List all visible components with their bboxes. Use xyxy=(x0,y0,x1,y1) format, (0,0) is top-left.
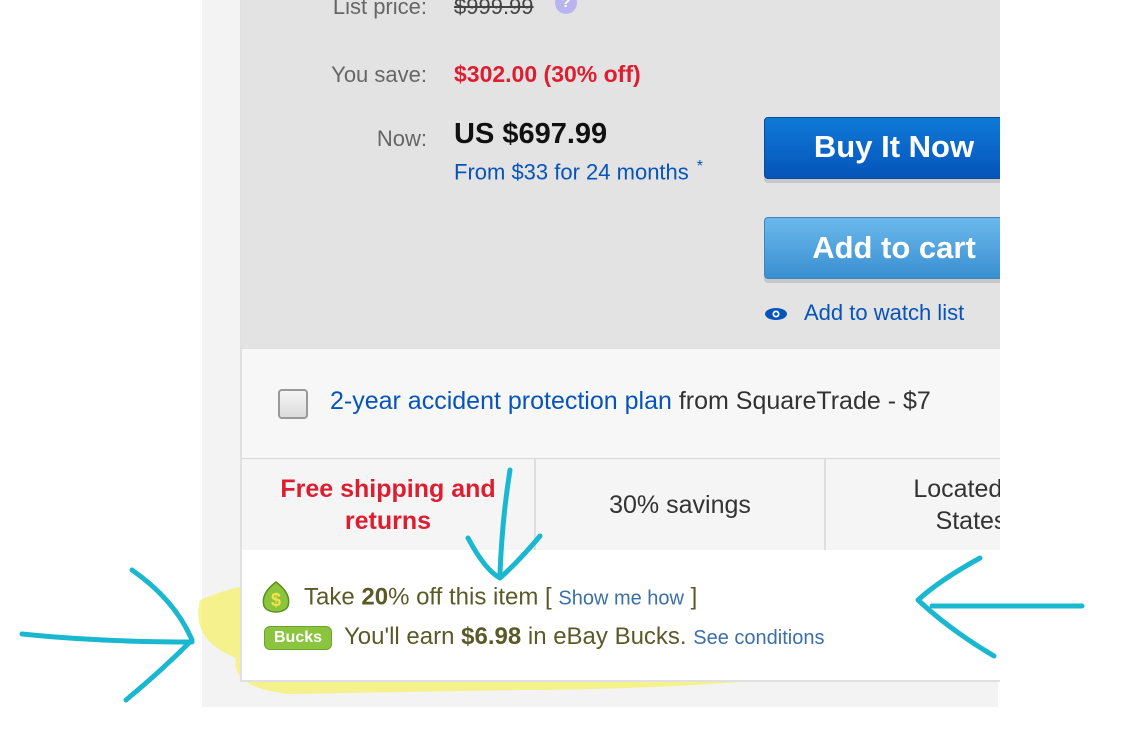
coupon-promo: $ Take 20% off this item [ Show me how ] xyxy=(258,580,697,616)
see-conditions-link[interactable]: See conditions xyxy=(693,627,824,649)
now-label: Now: xyxy=(376,126,427,151)
free-shipping-line2: returns xyxy=(344,507,432,535)
you-save-label: You save: xyxy=(331,62,427,87)
take-close: ] xyxy=(684,583,698,611)
earn-prefix: You'll earn xyxy=(344,623,462,650)
list-price-label: List price: xyxy=(332,0,427,19)
buy-it-now-button[interactable]: Buy It Now xyxy=(764,117,1000,179)
financing-link[interactable]: From $33 for 24 months * xyxy=(454,158,703,185)
protection-plan-checkbox[interactable] xyxy=(278,389,308,419)
savings-feature: 30% savings xyxy=(536,459,826,551)
add-to-watch-list-link[interactable]: Add to watch list xyxy=(764,300,964,326)
earn-suffix: in eBay Bucks. xyxy=(521,623,694,650)
location-feature: Located in States xyxy=(826,459,1000,551)
watch-list-label[interactable]: Add to watch list xyxy=(804,300,964,325)
svg-text:$: $ xyxy=(271,590,281,610)
protection-plan-link[interactable]: 2-year accident protection plan xyxy=(330,387,672,415)
location-line2: States xyxy=(935,507,1000,535)
price-panel: List price: $999.99 ? You save: $302.00 … xyxy=(242,0,1000,348)
ebay-bucks-promo: Bucks You'll earn $6.98 in eBay Bucks. Se… xyxy=(264,623,824,651)
financing-text[interactable]: From $33 for 24 months xyxy=(454,159,689,184)
you-save-value: $302.00 (30% off) xyxy=(454,61,641,87)
current-price: US $697.99 xyxy=(454,118,608,150)
protection-plan-text: 2-year accident protection plan from Squ… xyxy=(330,387,931,416)
help-icon[interactable]: ? xyxy=(555,0,577,14)
take-suffix: % off this item [ xyxy=(388,583,559,611)
location-line1: Located in xyxy=(913,475,1000,503)
left-arrow-head xyxy=(123,567,195,703)
dollar-icon: $ xyxy=(262,581,290,613)
promotions-section: $ Take 20% off this item [ Show me how ]… xyxy=(242,550,1000,680)
financing-asterisk: * xyxy=(696,158,704,175)
add-to-cart-button[interactable]: Add to cart xyxy=(764,217,1000,279)
list-price-value: $999.99 xyxy=(454,0,534,19)
free-shipping-feature: Free shipping and returns xyxy=(242,459,536,551)
eye-icon xyxy=(765,308,787,321)
take-percent: 20 xyxy=(361,583,389,611)
protection-plan-provider: from SquareTrade - $7 xyxy=(678,387,931,415)
left-arrow-shaft xyxy=(19,631,195,645)
protection-plan-row: 2-year accident protection plan from Squ… xyxy=(242,348,1000,459)
earn-amount: $6.98 xyxy=(461,623,522,650)
take-prefix: Take xyxy=(304,583,362,611)
free-shipping-line1: Free shipping and xyxy=(280,475,496,503)
feature-strip: Free shipping and returns 30% savings Lo… xyxy=(242,458,1000,552)
show-me-how-link[interactable]: Show me how xyxy=(558,587,684,609)
bucks-badge-icon: Bucks xyxy=(264,625,332,650)
product-buy-box: List price: $999.99 ? You save: $302.00 … xyxy=(240,0,1000,682)
